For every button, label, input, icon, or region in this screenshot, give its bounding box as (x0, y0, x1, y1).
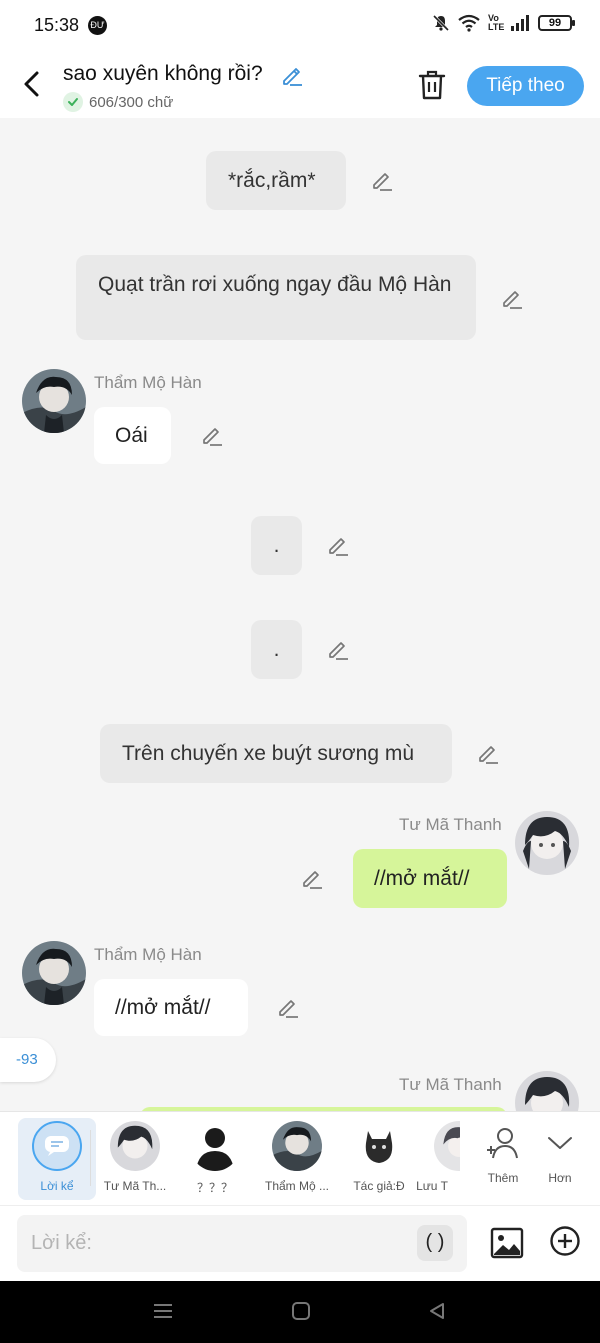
mute-icon (432, 14, 450, 32)
battery-indicator: 99 (538, 15, 575, 31)
input-bar: ( ) (0, 1205, 600, 1281)
pencil-icon (203, 428, 222, 446)
narration-bubble[interactable]: *rắc,rầm* (206, 151, 346, 210)
pencil-icon (373, 173, 392, 191)
narration-bubble[interactable]: Quạt trần rơi xuống ngay đầu Mộ Hàn (76, 255, 476, 340)
edit-message-button[interactable] (200, 423, 224, 447)
avatar (190, 1121, 240, 1171)
character-tham-mo-han[interactable]: Thẩm Mộ ... (258, 1118, 336, 1200)
next-button[interactable]: Tiếp theo (467, 66, 584, 106)
system-nav-bar (0, 1281, 600, 1343)
image-icon (490, 1227, 524, 1259)
edit-title-button[interactable] (280, 63, 304, 87)
signal-icon (511, 15, 529, 31)
speaker-name: Tư Mã Thanh (399, 815, 502, 834)
status-icons: Vo LTE 99 (432, 13, 575, 32)
unread-count-badge[interactable]: -93 (0, 1038, 56, 1082)
message-bubble[interactable]: Oái (94, 407, 171, 464)
character-label: ？？？ (196, 1181, 233, 1195)
trash-icon (418, 70, 446, 100)
edit-message-button[interactable] (300, 866, 324, 890)
edit-message-button[interactable] (326, 637, 350, 661)
back-triangle-icon[interactable] (427, 1301, 447, 1321)
header-bar: sao xuyên không rồi? 606/300 chữ Tiếp th… (0, 52, 600, 118)
avatar[interactable] (22, 369, 86, 433)
edit-message-button[interactable] (326, 533, 350, 557)
word-count-row: 606/300 chữ (63, 92, 173, 112)
status-time: 15:38 (34, 15, 80, 35)
parentheses-button[interactable]: ( ) (417, 1225, 453, 1261)
avatar (110, 1121, 160, 1171)
edit-message-button[interactable] (476, 741, 500, 765)
page-title: sao xuyên không rồi? (63, 62, 263, 85)
add-button[interactable] (549, 1225, 581, 1257)
character-label: Lời kể (40, 1179, 74, 1193)
message-bubble[interactable]: //mở mắt// (94, 979, 248, 1036)
avatar[interactable] (22, 941, 86, 1005)
narration-text: *rắc,rầm* (228, 169, 316, 192)
pencil-icon (329, 538, 348, 556)
cat-icon (354, 1121, 404, 1171)
chat-area[interactable]: *rắc,rầm* Quạt trần rơi xuống ngay đầu M… (0, 118, 600, 1111)
pencil-icon (503, 291, 522, 309)
narration-text: Quạt trần rơi xuống ngay đầu Mộ Hàn (98, 273, 452, 296)
character-unknown[interactable]: ？？？ (176, 1118, 254, 1200)
message-bubble[interactable]: //mở mắt// (353, 849, 507, 908)
notification-badge: ĐƯ (88, 16, 107, 35)
message-input[interactable] (31, 1227, 411, 1259)
network-label: Vo LTE (488, 13, 505, 32)
status-bar: 15:38 ĐƯ Vo LTE 99 (0, 0, 600, 52)
add-character-button[interactable]: Thêm (466, 1118, 540, 1200)
narration-bubble[interactable]: . (251, 620, 302, 679)
word-count: 606/300 chữ (89, 93, 174, 111)
divider (90, 1130, 91, 1186)
add-person-icon (487, 1128, 518, 1159)
character-narrator[interactable]: Lời kể (18, 1118, 96, 1200)
message-text: //mở mắt// (115, 996, 211, 1019)
narration-bubble[interactable]: Trên chuyến xe buýt sương mù (100, 724, 452, 783)
delete-button[interactable] (416, 68, 448, 102)
avatar[interactable] (515, 1071, 579, 1111)
avatar (272, 1121, 322, 1171)
pencil-icon (303, 871, 322, 889)
narration-text: Trên chuyến xe buýt sương mù (122, 742, 415, 765)
character-selector: Lời kể Tư Mã Th... ？？？ Thẩm Mộ ... Tác g… (0, 1111, 600, 1205)
narration-icon (32, 1121, 82, 1171)
chevron-left-icon (24, 71, 39, 97)
character-label: Thêm (487, 1171, 519, 1185)
speaker-name: Tư Mã Thanh (399, 1075, 502, 1094)
speaker-name: Thẩm Mộ Hàn (94, 373, 202, 392)
back-button[interactable] (18, 66, 48, 102)
more-button[interactable]: Hơn (530, 1118, 590, 1200)
insert-image-button[interactable] (489, 1225, 525, 1261)
pencil-icon (329, 642, 348, 660)
character-label: Hơn (548, 1171, 572, 1185)
check-icon (63, 92, 83, 112)
menu-icon[interactable] (152, 1301, 174, 1321)
avatar[interactable] (515, 811, 579, 875)
character-label: Lưu T (416, 1179, 448, 1193)
character-label: Thẩm Mộ ... (264, 1179, 329, 1193)
avatar (434, 1121, 460, 1171)
character-tu-ma-thanh[interactable]: Tư Mã Th... (96, 1118, 174, 1200)
chevron-down-icon (548, 1137, 572, 1149)
narration-text: . (273, 534, 280, 557)
wifi-icon (458, 14, 480, 32)
message-text: //mở mắt// (374, 867, 470, 890)
pencil-icon (279, 1000, 298, 1018)
edit-message-button[interactable] (500, 286, 524, 310)
edit-message-button[interactable] (276, 995, 300, 1019)
narration-text: . (273, 638, 280, 661)
pencil-icon (283, 68, 302, 86)
narration-bubble[interactable]: . (251, 516, 302, 575)
message-input-wrapper: ( ) (17, 1215, 467, 1272)
speaker-name: Thẩm Mộ Hàn (94, 945, 202, 964)
home-icon[interactable] (291, 1301, 311, 1321)
pencil-icon (479, 746, 498, 764)
plus-circle-icon (550, 1226, 580, 1256)
character-label: Tư Mã Th... (103, 1179, 167, 1193)
character-luu[interactable]: Lưu T (404, 1118, 460, 1200)
message-text: Oái (115, 424, 148, 447)
edit-message-button[interactable] (370, 168, 394, 192)
